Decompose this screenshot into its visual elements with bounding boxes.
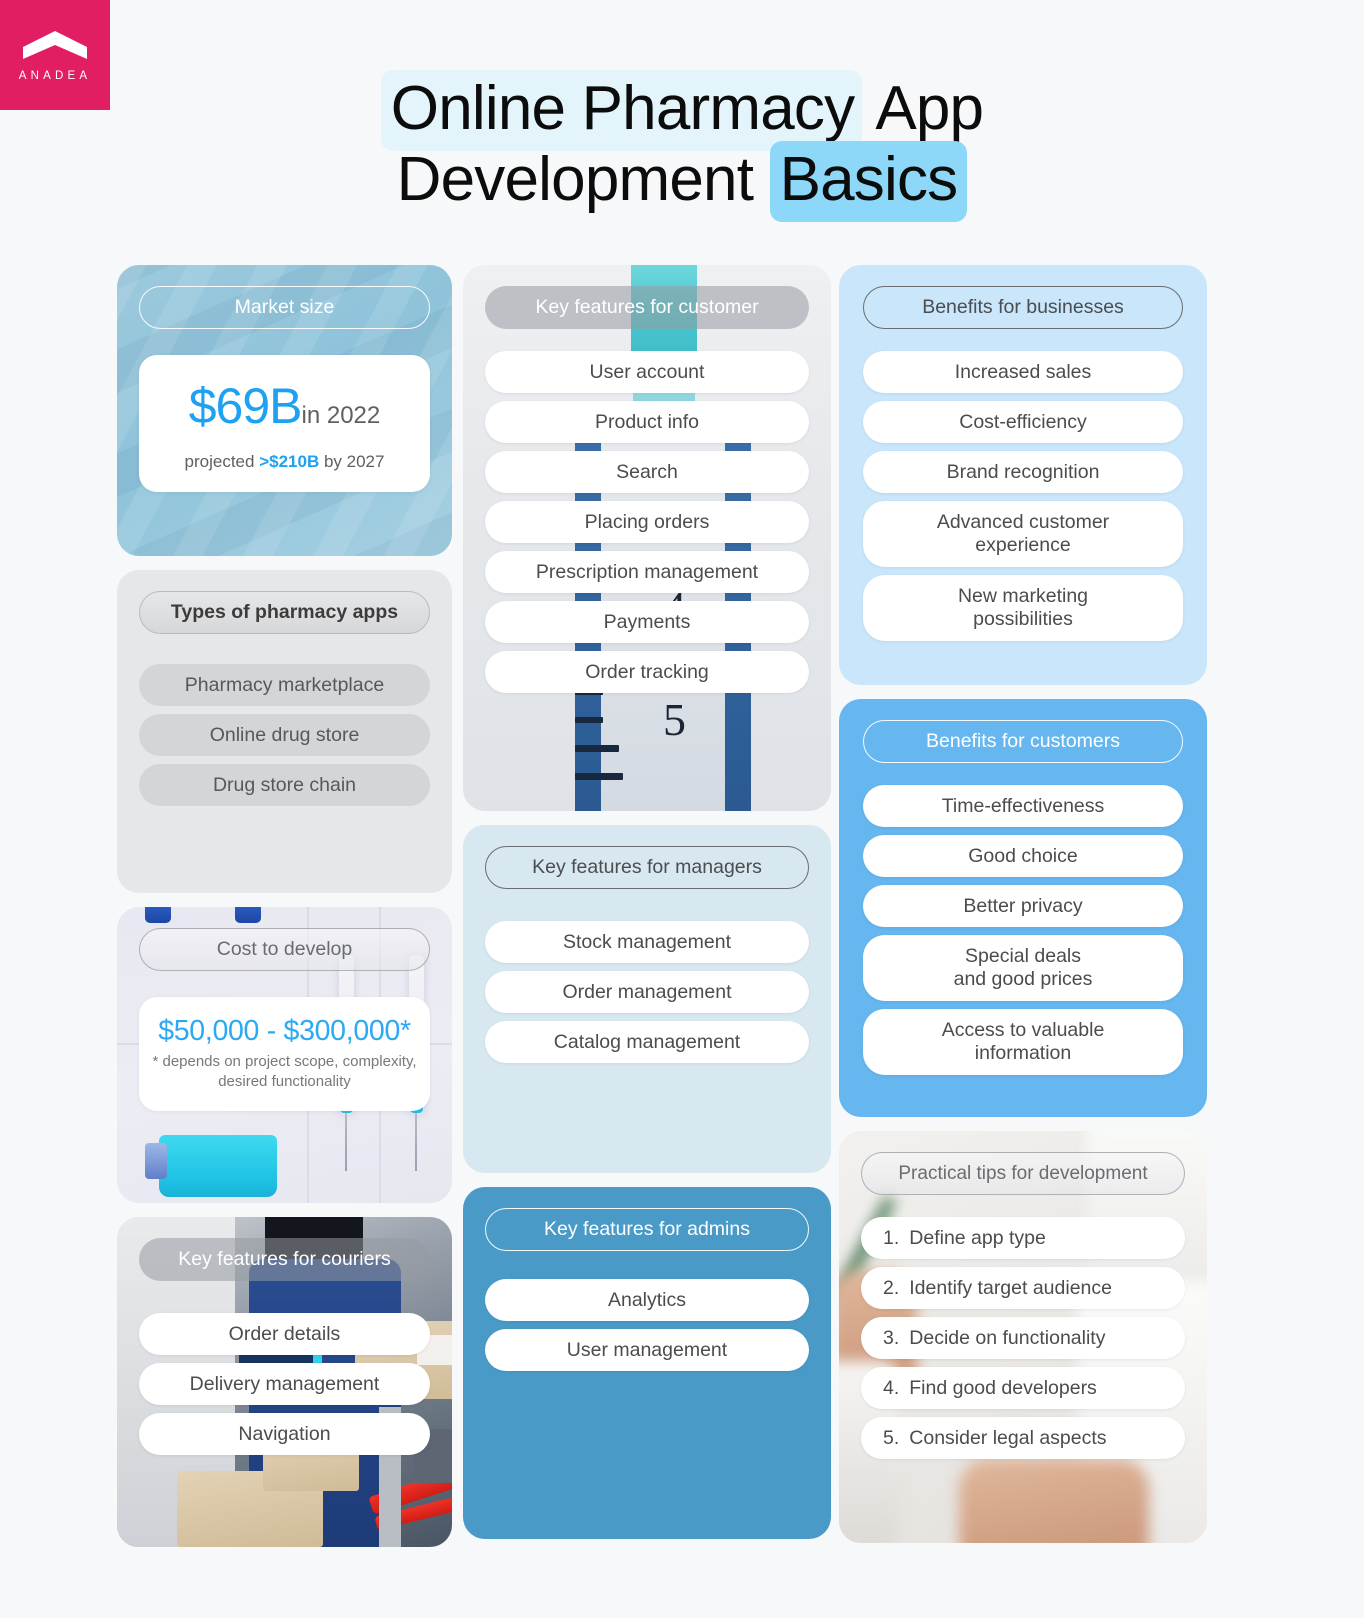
tip-number: 4. [883,1376,900,1399]
list-item[interactable]: Cost-efficiency [863,401,1183,443]
market-size-projection: projected >$210B by 2027 [155,452,414,472]
list-item[interactable]: Order management [485,971,809,1013]
title-line-1-tail: App [862,74,984,143]
list-item[interactable]: Good choice [863,835,1183,877]
cost-to-develop-header: Cost to develop [139,928,430,971]
features-managers-list: Stock management Order management Catalo… [485,921,809,1063]
features-admins-header: Key features for admins [485,1208,809,1251]
projection-suffix: by 2027 [319,452,385,471]
list-item[interactable]: Special deals and good prices [863,935,1183,1001]
infographic-page: ANADEA Online Pharmacy App Development B… [0,0,1364,1618]
practical-tips-header: Practical tips for development [861,1152,1185,1195]
features-couriers-list: Order details Delivery management Naviga… [139,1313,430,1455]
tip-number: 1. [883,1226,900,1249]
cost-value-box: $50,000 - $300,000* * depends on project… [139,997,430,1111]
list-item[interactable]: User account [485,351,809,393]
chevron-mark-icon [23,30,87,59]
benefits-businesses-header: Benefits for businesses [863,286,1183,329]
market-size-figure-suffix: in 2022 [301,402,381,429]
benefits-customers-header: Benefits for customers [863,720,1183,763]
types-of-apps-list: Pharmacy marketplace Online drug store D… [139,664,430,806]
list-item[interactable]: Advanced customer experience [863,501,1183,567]
market-size-figure: $69B [188,378,303,434]
tip-text: Define app type [909,1226,1046,1249]
list-item[interactable]: Catalog management [485,1021,809,1063]
tip-text: Decide on functionality [909,1326,1106,1349]
tip-number: 5. [883,1426,900,1449]
cost-figure: $50,000 - $300,000* [158,1015,411,1047]
market-size-header: Market size [139,286,430,329]
features-admins-list: Analytics User management [485,1279,809,1371]
list-item[interactable]: Order details [139,1313,430,1355]
list-item[interactable]: User management [485,1329,809,1371]
card-types-of-apps: Types of pharmacy apps Pharmacy marketpl… [117,570,452,893]
card-features-couriers: Key features for couriers Order details … [117,1217,452,1547]
list-item[interactable]: 3. Decide on functionality [861,1317,1185,1359]
card-benefits-businesses: Benefits for businesses Increased sales … [839,265,1207,685]
list-item[interactable]: Better privacy [863,885,1183,927]
cost-note-line-1: * depends on project scope, complexity, [152,1053,417,1070]
title-highlight-strong: Basics [769,140,968,222]
features-customer-list: User account Product info Search Placing… [485,351,809,693]
list-item[interactable]: 4. Find good developers [861,1367,1185,1409]
tip-number: 3. [883,1326,900,1349]
market-size-value-box: $69Bin 2022 projected >$210B by 2027 [139,355,430,492]
list-item[interactable]: Brand recognition [863,451,1183,493]
list-item[interactable]: Drug store chain [139,764,430,806]
column-right: Benefits for businesses Increased sales … [839,265,1207,1557]
title-line-2-plain: Development [396,144,770,214]
list-item[interactable]: Stock management [485,921,809,963]
card-cost-to-develop: Cost to develop $50,000 - $300,000* * de… [117,907,452,1203]
list-item[interactable]: Delivery management [139,1363,430,1405]
card-features-managers: Key features for managers Stock manageme… [463,825,831,1173]
card-benefits-customers: Benefits for customers Time-effectivenes… [839,699,1207,1117]
page-title: Online Pharmacy App Development Basics [0,70,1364,222]
cost-note-line-2: desired functionality [218,1073,351,1091]
list-item[interactable]: Order tracking [485,651,809,693]
projection-prefix: projected [184,452,260,471]
features-customer-header: Key features for customer [485,286,809,329]
card-features-admins: Key features for admins Analytics User m… [463,1187,831,1539]
title-line-2: Development Basics [0,140,1364,222]
features-managers-header: Key features for managers [485,846,809,889]
list-item[interactable]: Time-effectiveness [863,785,1183,827]
list-item[interactable]: Online drug store [139,714,430,756]
benefits-businesses-list: Increased sales Cost-efficiency Brand re… [863,351,1183,641]
card-features-customer: 4 5 Key features for customer User accou… [463,265,831,811]
list-item[interactable]: Analytics [485,1279,809,1321]
list-item[interactable]: 1. Define app type [861,1217,1185,1259]
list-item[interactable]: Payments [485,601,809,643]
list-item[interactable]: Navigation [139,1413,430,1455]
column-middle: 4 5 Key features for customer User accou… [463,265,831,1553]
list-item[interactable]: 5. Consider legal aspects [861,1417,1185,1459]
title-line-1: Online Pharmacy App [0,70,1364,151]
title-highlight-soft: Online Pharmacy [380,70,863,151]
types-of-apps-header: Types of pharmacy apps [139,591,430,634]
tip-text: Find good developers [909,1376,1097,1399]
features-couriers-header: Key features for couriers [139,1238,430,1281]
projection-value: >$210B [259,452,320,471]
list-item[interactable]: New marketing possibilities [863,575,1183,641]
list-item[interactable]: Increased sales [863,351,1183,393]
tip-number: 2. [883,1276,900,1299]
list-item[interactable]: Search [485,451,809,493]
list-item[interactable]: 2. Identify target audience [861,1267,1185,1309]
list-item[interactable]: Access to valuable information [863,1009,1183,1075]
tip-text: Consider legal aspects [909,1426,1107,1449]
list-item[interactable]: Pharmacy marketplace [139,664,430,706]
card-practical-tips: Practical tips for development 1. Define… [839,1131,1207,1543]
column-left: Market size $69Bin 2022 projected >$210B… [117,265,452,1561]
tip-text: Identify target audience [909,1276,1112,1299]
list-item[interactable]: Placing orders [485,501,809,543]
list-item[interactable]: Product info [485,401,809,443]
practical-tips-list: 1. Define app type 2. Identify target au… [861,1217,1185,1459]
card-market-size: Market size $69Bin 2022 projected >$210B… [117,265,452,556]
list-item[interactable]: Prescription management [485,551,809,593]
benefits-customers-list: Time-effectiveness Good choice Better pr… [863,785,1183,1075]
